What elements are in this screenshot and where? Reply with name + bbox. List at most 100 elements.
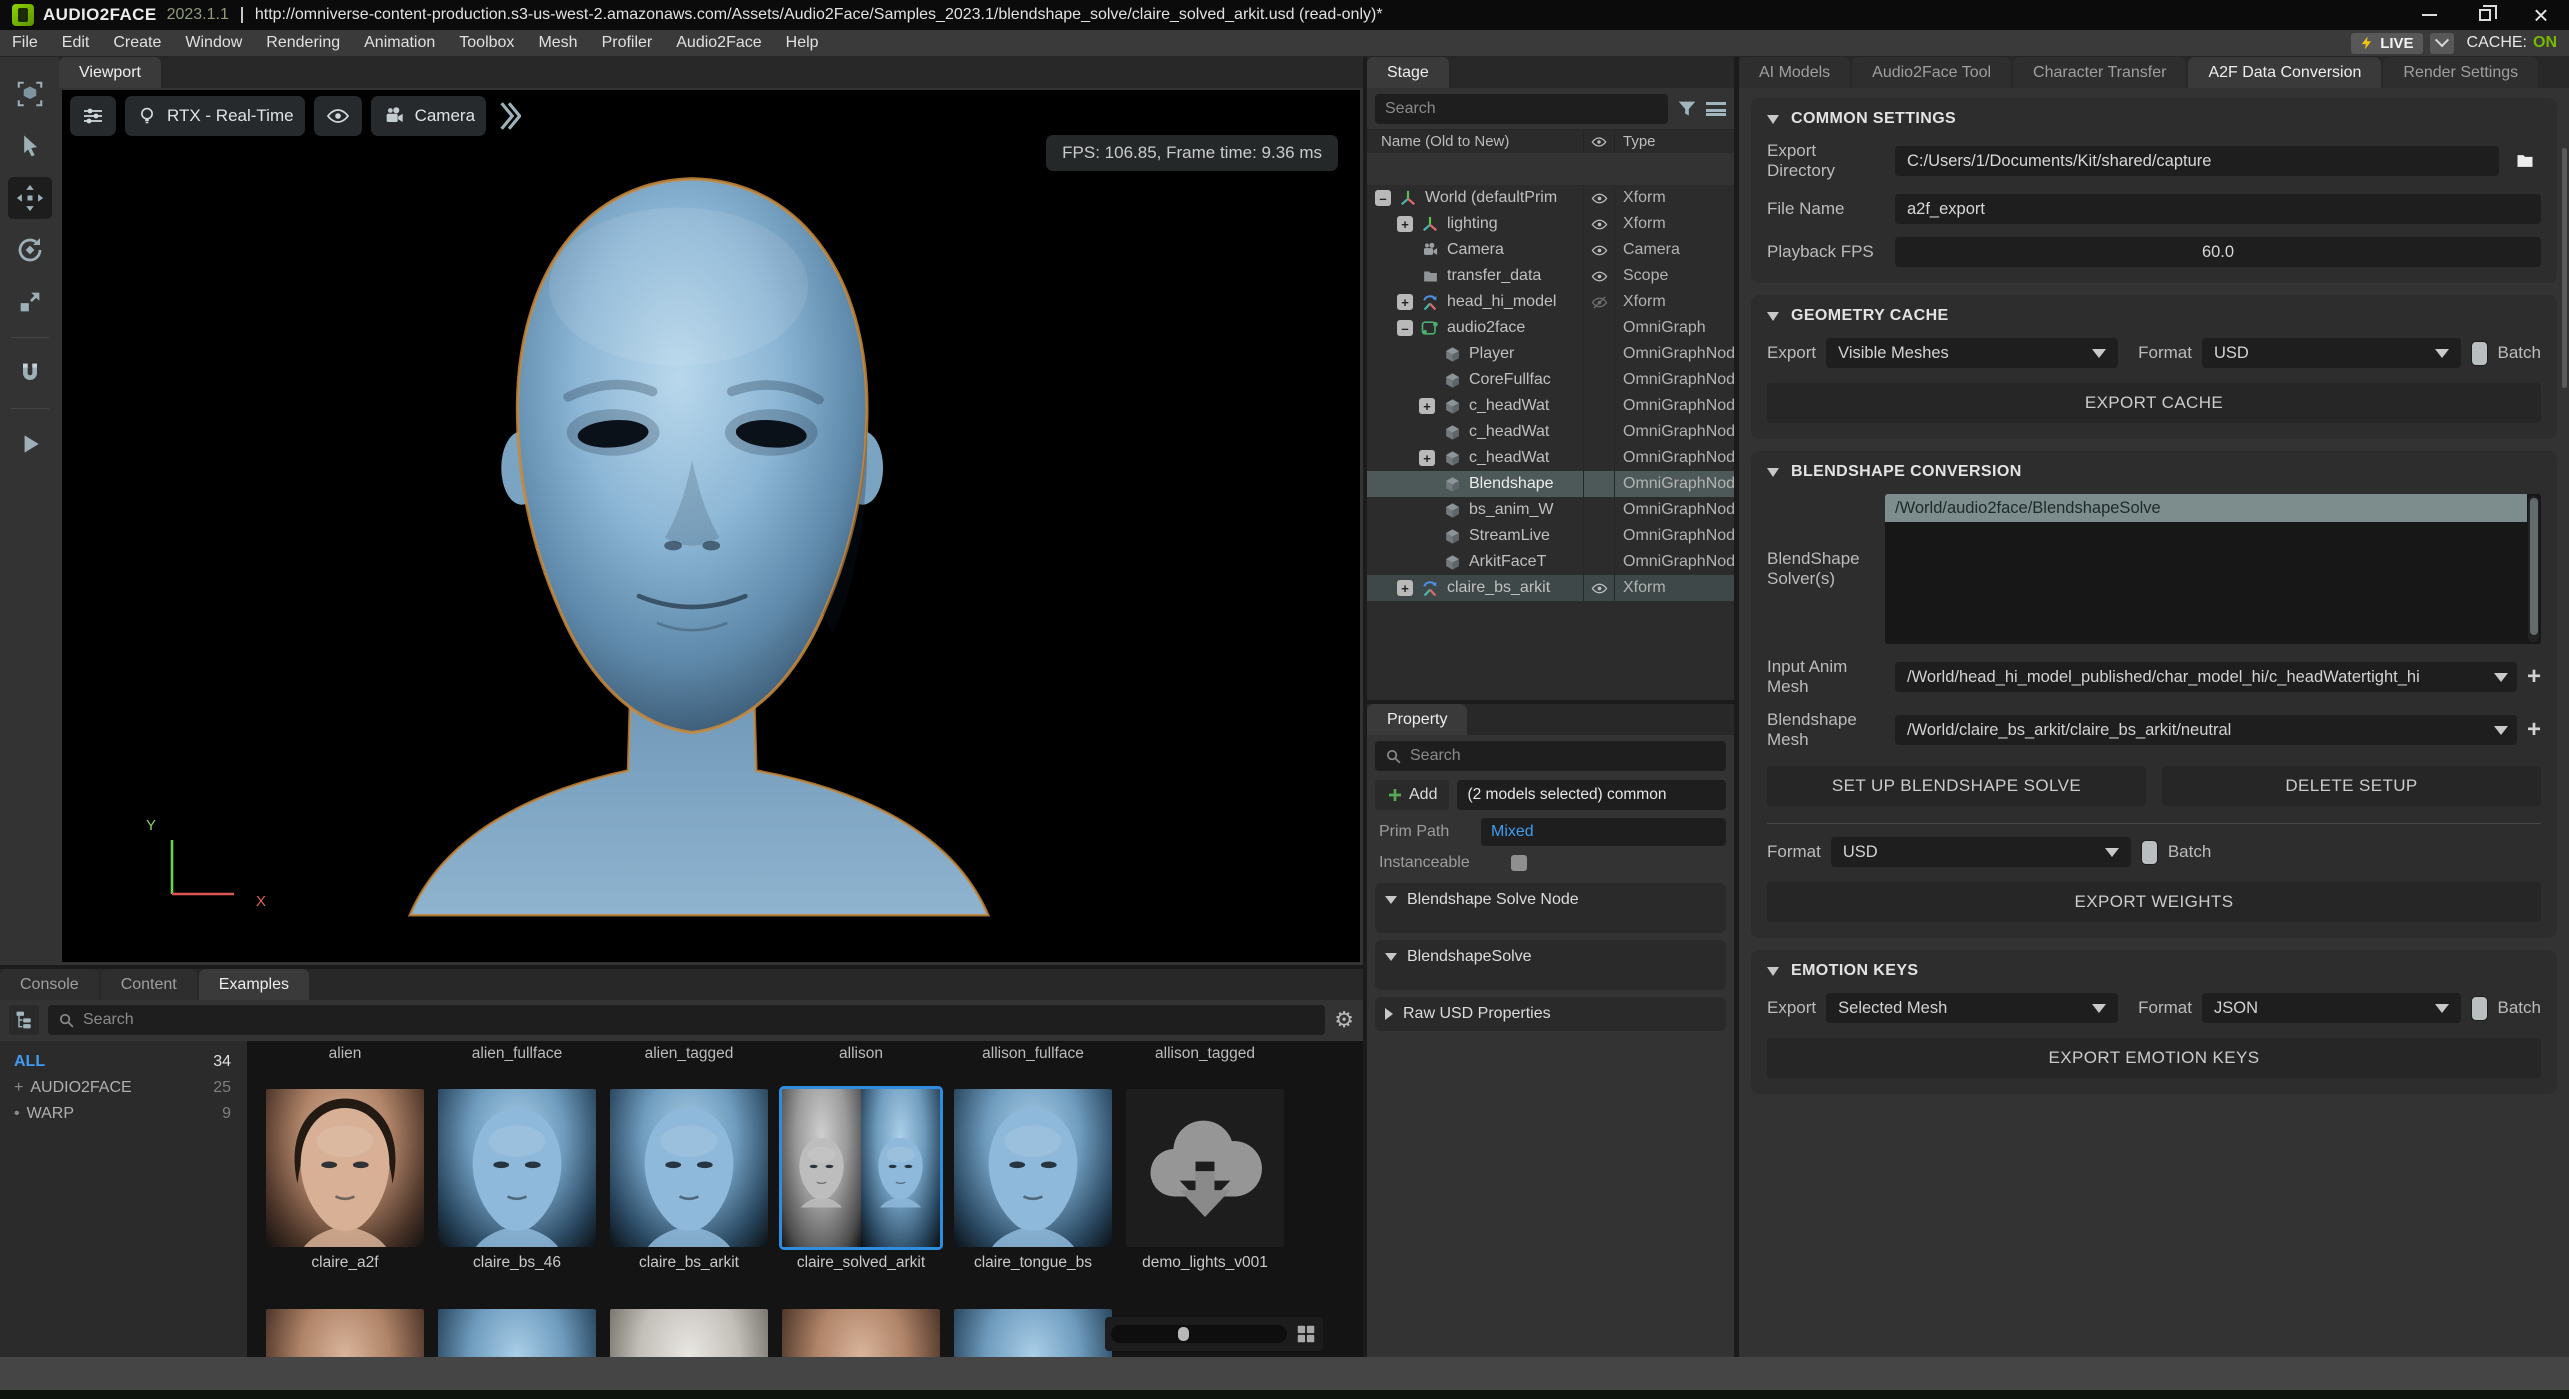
menu-edit[interactable]: Edit [50, 34, 102, 52]
slider-handle[interactable] [1178, 1327, 1189, 1341]
renderer-button[interactable]: RTX - Real-Time [125, 96, 305, 136]
section-header[interactable]: Blendshape Solve Node [1385, 891, 1716, 909]
eye-icon[interactable] [1590, 190, 1609, 207]
menu-audio2face[interactable]: Audio2Face [664, 34, 773, 52]
category-audio2face[interactable]: +AUDIO2FACE25 [0, 1075, 247, 1101]
tool-cursor-button[interactable] [8, 125, 52, 167]
input-anim-mesh-combo[interactable]: /World/head_hi_model_published/char_mode… [1895, 662, 2517, 692]
expander-plus-icon[interactable]: + [1397, 580, 1413, 596]
menu-rendering[interactable]: Rendering [254, 34, 352, 52]
visibility-cell[interactable] [1583, 497, 1614, 523]
stage-row-world-defaultprim[interactable]: –World (defaultPrimXform [1367, 185, 1734, 211]
export-emotion-keys-button[interactable]: EXPORT EMOTION KEYS [1767, 1038, 2541, 1078]
stage-row-claire-bs-arkit[interactable]: +claire_bs_arkitXform [1367, 575, 1734, 601]
column-type[interactable]: Type [1614, 130, 1734, 153]
expander-minus-icon[interactable]: – [1375, 190, 1391, 206]
visibility-cell[interactable] [1583, 549, 1614, 575]
menu-mesh[interactable]: Mesh [526, 34, 589, 52]
stage-row-corefullfac[interactable]: CoreFullfacOmniGraphNode [1367, 367, 1734, 393]
tab-a2f-data-conversion[interactable]: A2F Data Conversion [2188, 57, 2381, 88]
add-input-anim-mesh-button[interactable]: + [2527, 665, 2541, 689]
instanceable-checkbox[interactable] [1511, 855, 1527, 871]
menu-toolbox[interactable]: Toolbox [447, 34, 526, 52]
thumbnail-tile[interactable] [1126, 1089, 1284, 1247]
example-item-label[interactable]: claire_tongue_bs [974, 1254, 1092, 1272]
example-label[interactable]: alien_fullface [431, 1045, 603, 1063]
section-header[interactable]: Raw USD Properties [1385, 1005, 1716, 1023]
tab-property[interactable]: Property [1367, 704, 1467, 735]
restore-button[interactable] [2457, 0, 2513, 30]
weights-format-dropdown[interactable]: USD [1831, 837, 2131, 867]
example-item-label[interactable]: claire_a2f [311, 1254, 378, 1272]
stage-row-camera[interactable]: CameraCamera [1367, 237, 1734, 263]
blendshape-solver-list[interactable]: /World/audio2face/BlendshapeSolve [1885, 494, 2541, 644]
thumbnail-tile[interactable] [266, 1309, 424, 1357]
export-cache-button[interactable]: EXPORT CACHE [1767, 383, 2541, 423]
example-item-label[interactable]: claire_bs_arkit [639, 1254, 739, 1272]
stage-row-c-headwat[interactable]: c_headWatOmniGraphNode [1367, 419, 1734, 445]
category-warp[interactable]: •WARP9 [0, 1101, 247, 1127]
column-visibility[interactable] [1583, 130, 1614, 153]
face-3d-model[interactable] [399, 132, 999, 932]
thumbnail-tile[interactable] [782, 1089, 940, 1247]
geometry-batch-checkbox[interactable] [2471, 341, 2488, 366]
common-settings-header[interactable]: COMMON SETTINGS [1767, 110, 2541, 128]
add-blendshape-mesh-button[interactable]: + [2527, 718, 2541, 742]
stage-row-player[interactable]: PlayerOmniGraphNode [1367, 341, 1734, 367]
stage-row-arkitfacet[interactable]: ArkitFaceTOmniGraphNode [1367, 549, 1734, 575]
tree-view-button[interactable] [9, 1005, 39, 1035]
tool-play-button[interactable] [8, 423, 52, 465]
toolbar-expand-chevron[interactable] [495, 99, 521, 133]
tab-stage[interactable]: Stage [1367, 57, 1449, 88]
thumbnail-tile[interactable] [610, 1309, 768, 1357]
visibility-cell[interactable] [1583, 237, 1614, 263]
thumbnail-tile[interactable] [438, 1309, 596, 1357]
setup-blendshape-solve-button[interactable]: SET UP BLENDSHAPE SOLVE [1767, 766, 2146, 806]
thumbnail-tile[interactable] [266, 1089, 424, 1247]
menu-file[interactable]: File [0, 34, 50, 52]
visibility-cell[interactable] [1583, 185, 1614, 211]
visibility-cell[interactable] [1583, 263, 1614, 289]
tab-character-transfer[interactable]: Character Transfer [2013, 57, 2186, 88]
property-search-input[interactable]: Search [1375, 741, 1726, 771]
camera-button[interactable]: Camera [371, 96, 486, 136]
example-item-label[interactable]: demo_lights_v001 [1142, 1254, 1268, 1272]
thumbnail-tile[interactable] [438, 1089, 596, 1247]
stage-row-head-hi-model[interactable]: +head_hi_modelXform [1367, 289, 1734, 315]
tool-move-button[interactable] [8, 177, 52, 219]
export-weights-button[interactable]: EXPORT WEIGHTS [1767, 882, 2541, 922]
thumbnail-tile[interactable] [782, 1309, 940, 1357]
thumbnail-tile[interactable] [954, 1309, 1112, 1357]
viewport-settings-button[interactable] [70, 96, 116, 136]
panel-scrollbar[interactable] [2562, 148, 2567, 388]
example-item-label[interactable]: claire_bs_46 [473, 1254, 561, 1272]
visibility-cell[interactable] [1583, 393, 1614, 419]
emotion-keys-header[interactable]: EMOTION KEYS [1767, 962, 2541, 980]
example-item-label[interactable]: claire_solved_arkit [797, 1254, 925, 1272]
stage-row-c-headwat[interactable]: +c_headWatOmniGraphNode [1367, 393, 1734, 419]
menu-window[interactable]: Window [173, 34, 254, 52]
emotion-format-dropdown[interactable]: JSON [2202, 993, 2461, 1023]
visibility-cell[interactable] [1583, 575, 1614, 601]
example-label[interactable]: allison [775, 1045, 947, 1063]
eye-icon[interactable] [1590, 268, 1609, 285]
visibility-cell[interactable] [1583, 445, 1614, 471]
eye-off-icon[interactable] [1590, 294, 1609, 311]
tab-audio2face-tool[interactable]: Audio2Face Tool [1852, 57, 2011, 88]
eye-icon[interactable] [1590, 216, 1609, 233]
menu-profiler[interactable]: Profiler [590, 34, 665, 52]
visibility-cell[interactable] [1583, 367, 1614, 393]
eye-icon[interactable] [1590, 580, 1609, 597]
visibility-cell[interactable] [1583, 419, 1614, 445]
tab-examples[interactable]: Examples [199, 969, 309, 1000]
expander-minus-icon[interactable]: – [1397, 320, 1413, 336]
menu-help[interactable]: Help [774, 34, 831, 52]
geometry-format-dropdown[interactable]: USD [2202, 338, 2461, 368]
column-name[interactable]: Name (Old to New) [1367, 133, 1583, 150]
browse-folder-button[interactable] [2509, 146, 2541, 176]
add-property-button[interactable]: Add [1375, 780, 1449, 810]
examples-search-input[interactable]: Search [48, 1005, 1325, 1035]
list-scrollbar[interactable] [2528, 496, 2539, 642]
visibility-cell[interactable] [1583, 471, 1614, 497]
stage-row-blendshape[interactable]: BlendshapeOmniGraphNode [1367, 471, 1734, 497]
